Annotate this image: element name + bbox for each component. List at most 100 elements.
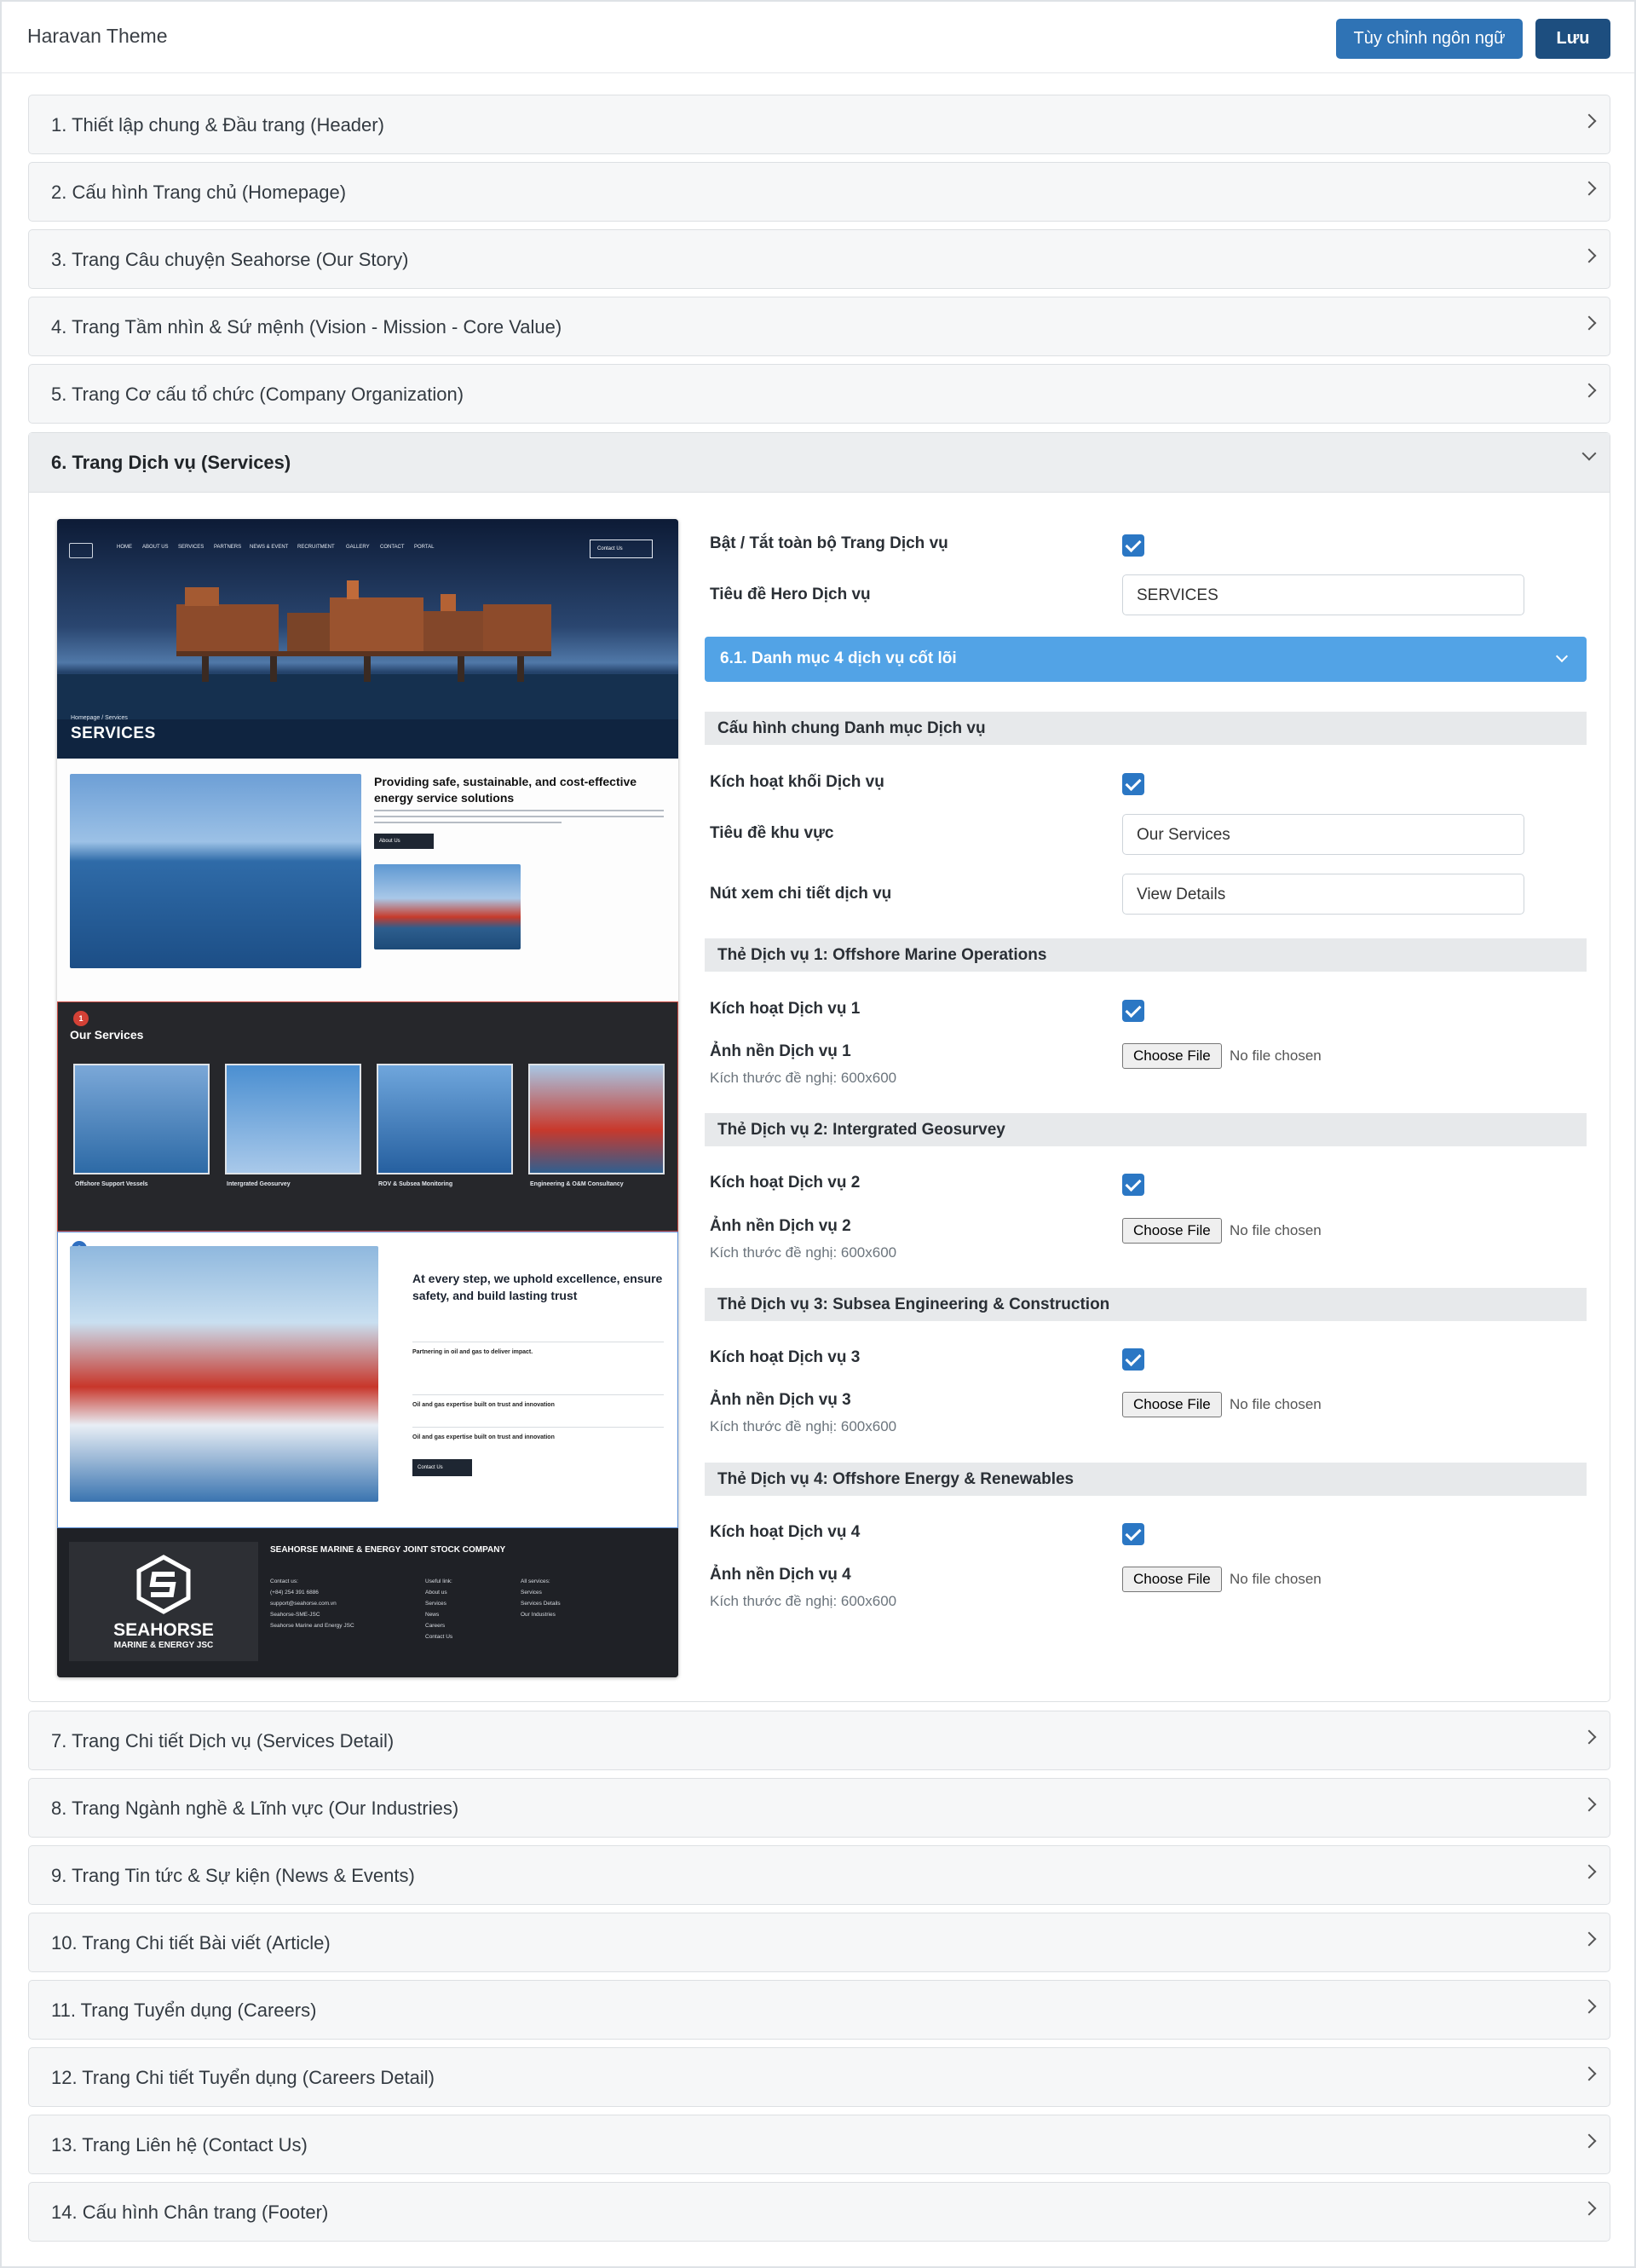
preview-text-line (374, 810, 664, 811)
service-3-bar: Thẻ Dịch vụ 3: Subsea Engineering & Cons… (705, 1288, 1587, 1321)
sub-accordion-core-services[interactable]: 6.1. Danh mục 4 dịch vụ cốt lõi (705, 637, 1587, 682)
preview-card-label: ROV & Subsea Monitoring (378, 1181, 453, 1187)
preview-hero-title: SERVICES (71, 724, 156, 742)
app-frame: Haravan Theme Tùy chỉnh ngôn ngữ Lưu 1. … (0, 0, 1636, 2268)
area-title-label: Tiêu đề khu vực (710, 824, 834, 842)
service-1-choose-file-button[interactable]: Choose File (1122, 1043, 1222, 1069)
service-3-image-label: Ảnh nền Dịch vụ 3 (710, 1391, 851, 1409)
accordion-section-7[interactable]: 7. Trang Chi tiết Dịch vụ (Services Deta… (28, 1711, 1610, 1770)
footer-text: Useful link: (425, 1578, 452, 1584)
hero-title-input[interactable]: SERVICES (1122, 574, 1524, 615)
chevron-right-icon (1581, 1864, 1597, 1879)
service-4-enable-label: Kích hoạt Dịch vụ 4 (710, 1523, 861, 1541)
footer-brand-name: SEAHORSE (113, 1620, 214, 1640)
accordion-label: 9. Trang Tin tức & Sự kiện (News & Event… (51, 1865, 415, 1886)
preview-badge: 1 (73, 1011, 89, 1026)
toggle-all-checkbox[interactable] (1122, 534, 1144, 557)
footer-text: About us (425, 1590, 447, 1596)
footer-text: Seahorse Marine and Energy JSC (270, 1623, 354, 1629)
service-3-checkbox[interactable] (1122, 1348, 1144, 1371)
detail-button-input[interactable]: View Details (1122, 874, 1524, 915)
language-settings-button[interactable]: Tùy chỉnh ngôn ngữ (1336, 19, 1523, 59)
vessel-water-spray-photo (70, 1246, 378, 1502)
seahorse-logo-icon (136, 1555, 191, 1614)
accordion-section-13[interactable]: 13. Trang Liên hệ (Contact Us) (28, 2115, 1610, 2174)
footer-text: Services Details (521, 1601, 561, 1607)
enable-block-checkbox[interactable] (1122, 773, 1144, 795)
accordion-label: 11. Trang Tuyển dụng (Careers) (51, 2000, 317, 2021)
accordion-label: 4. Trang Tầm nhìn & Sứ mệnh (Vision - Mi… (51, 316, 562, 338)
chevron-right-icon (1581, 2133, 1597, 2149)
accordion-section-1[interactable]: 1. Thiết lập chung & Đầu trang (Header) (28, 95, 1610, 154)
footer-brand-sub: MARINE & ENERGY JSC (113, 1641, 214, 1650)
service-2-choose-file-button[interactable]: Choose File (1122, 1218, 1222, 1244)
chevron-right-icon (1581, 1931, 1597, 1947)
save-button[interactable]: Lưu (1535, 19, 1610, 59)
footer-text: Services (521, 1590, 542, 1596)
accordion-label: 14. Cấu hình Chân trang (Footer) (51, 2202, 329, 2223)
accordion-section-10[interactable]: 10. Trang Chi tiết Bài viết (Article) (28, 1913, 1610, 1972)
accordion-label: 10. Trang Chi tiết Bài viết (Article) (51, 1932, 331, 1953)
footer-text: (+84) 254 391 6886 (270, 1590, 319, 1596)
preview-service-card (528, 1064, 665, 1174)
service-3-file-status: No file chosen (1230, 1396, 1322, 1412)
footer-text: Services (425, 1601, 446, 1607)
footer-text: Contact Us (425, 1634, 453, 1640)
preview-text-line (374, 822, 562, 823)
preview-about-button: About Us (374, 834, 434, 849)
accordion-label: 12. Trang Chi tiết Tuyển dụng (Careers D… (51, 2067, 435, 2088)
chevron-right-icon (1581, 181, 1597, 196)
accordion-section-3[interactable]: 3. Trang Câu chuyện Seahorse (Our Story) (28, 229, 1610, 289)
service-4-size-hint: Kích thước đề nghị: 600x600 (710, 1593, 897, 1609)
accordion-section-5[interactable]: 5. Trang Cơ cấu tổ chức (Company Organiz… (28, 364, 1610, 424)
service-4-choose-file-button[interactable]: Choose File (1122, 1567, 1222, 1592)
chevron-down-icon (1581, 446, 1597, 461)
preview-service-card (225, 1064, 361, 1174)
preview-services-section: 1 Our Services Offshore Support Vessels … (57, 1001, 678, 1232)
accordion-label: 8. Trang Ngành nghề & Lĩnh vực (Our Indu… (51, 1798, 459, 1819)
area-title-input[interactable]: Our Services (1122, 814, 1524, 855)
footer-links-column: Useful link: About us Services News Care… (425, 1576, 452, 1642)
preview-text-line (374, 816, 664, 817)
footer-text: Contact us: (270, 1578, 298, 1584)
service-1-enable-label: Kích hoạt Dịch vụ 1 (710, 1000, 861, 1018)
service-1-file-status: No file chosen (1230, 1047, 1322, 1064)
accordion-section-14[interactable]: 14. Cấu hình Chân trang (Footer) (28, 2182, 1610, 2242)
top-bar: Haravan Theme Tùy chỉnh ngôn ngữ Lưu (2, 2, 1634, 73)
service-1-size-hint: Kích thước đề nghị: 600x600 (710, 1070, 897, 1086)
service-3-choose-file-button[interactable]: Choose File (1122, 1392, 1222, 1417)
preview-why-row: Oil and gas expertise built on trust and… (412, 1394, 664, 1408)
preview-service-card (73, 1064, 210, 1174)
accordion-label: 1. Thiết lập chung & Đầu trang (Header) (51, 114, 384, 136)
accordion-label: 5. Trang Cơ cấu tổ chức (Company Organiz… (51, 384, 464, 405)
footer-text: Our Industries (521, 1612, 556, 1618)
chevron-right-icon (1581, 1797, 1597, 1812)
accordion-section-2[interactable]: 2. Cấu hình Trang chủ (Homepage) (28, 162, 1610, 222)
accordion-section-4[interactable]: 4. Trang Tầm nhìn & Sứ mệnh (Vision - Mi… (28, 297, 1610, 356)
service-2-enable-label: Kích hoạt Dịch vụ 2 (710, 1174, 861, 1192)
accordion-header-services[interactable]: 6. Trang Dịch vụ (Services) (29, 433, 1610, 493)
accordion-section-8[interactable]: 8. Trang Ngành nghề & Lĩnh vực (Our Indu… (28, 1778, 1610, 1838)
tug-boat-photo (374, 864, 521, 949)
accordion-section-12[interactable]: 12. Trang Chi tiết Tuyển dụng (Careers D… (28, 2047, 1610, 2107)
chevron-right-icon (1581, 1729, 1597, 1745)
footer-contact-column: Contact us: (+84) 254 391 6886 support@s… (270, 1576, 354, 1631)
preview-why-section: 2 At every step, we uphold excellence, e… (57, 1232, 678, 1528)
preview-services-title: Our Services (70, 1028, 144, 1042)
footer-services-column: All services: Services Services Details … (521, 1576, 561, 1620)
chevron-right-icon (1581, 113, 1597, 129)
chevron-down-icon (1555, 649, 1569, 663)
oil-rig-illustration (57, 580, 678, 759)
seahorse-logo: SEAHORSE MARINE & ENERGY JSC (69, 1542, 258, 1661)
service-1-checkbox[interactable] (1122, 1000, 1144, 1022)
detail-button-label: Nút xem chi tiết dịch vụ (710, 885, 892, 903)
service-2-checkbox[interactable] (1122, 1174, 1144, 1196)
cargo-ship-photo (70, 774, 361, 968)
accordion-section-9[interactable]: 9. Trang Tin tức & Sự kiện (News & Event… (28, 1845, 1610, 1905)
accordion-section-6-open: 6. Trang Dịch vụ (Services) HOME ABOUT U… (28, 432, 1610, 1702)
accordion-label: 3. Trang Câu chuyện Seahorse (Our Story) (51, 249, 409, 270)
footer-text: All services: (521, 1578, 550, 1584)
accordion-section-11[interactable]: 11. Trang Tuyển dụng (Careers) (28, 1980, 1610, 2040)
preview-footer: SEAHORSE MARINE & ENERGY JSC SEAHORSE MA… (57, 1528, 678, 1677)
service-4-checkbox[interactable] (1122, 1523, 1144, 1545)
